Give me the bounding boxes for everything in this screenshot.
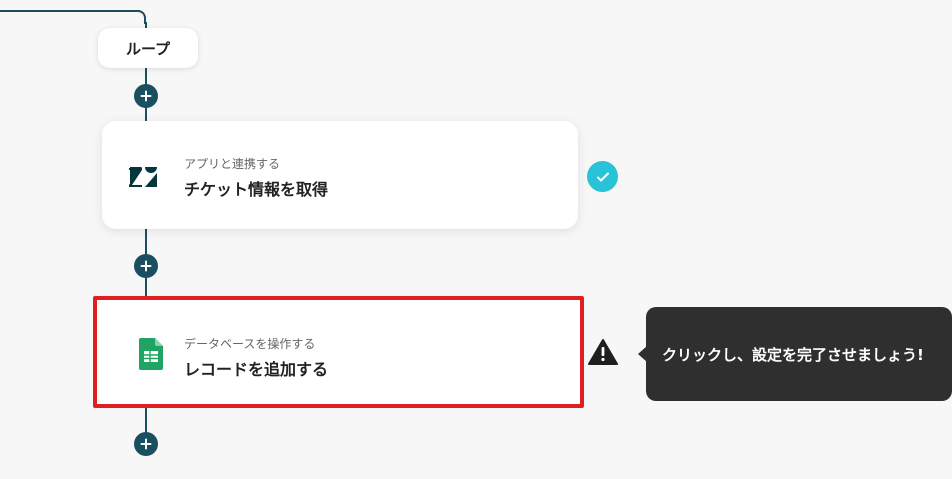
step-title: チケット情報を取得: [184, 180, 329, 199]
google-sheets-icon: [135, 338, 167, 370]
setup-tooltip: クリックし、設定を完了させましょう!: [646, 307, 952, 401]
warning-icon: [587, 338, 619, 366]
zendesk-logo-icon: [128, 161, 160, 193]
connector-line: [0, 10, 140, 12]
check-icon: [587, 161, 618, 192]
add-step-button[interactable]: [134, 432, 158, 456]
plus-icon: [140, 90, 152, 102]
add-step-button[interactable]: [134, 84, 158, 108]
loop-node[interactable]: ループ: [98, 28, 198, 68]
plus-icon: [140, 260, 152, 272]
step-subtitle: データベースを操作する: [184, 337, 316, 351]
step-title: レコードを追加する: [184, 360, 329, 379]
step-subtitle: アプリと連携する: [184, 157, 281, 171]
step-card-get-ticket[interactable]: アプリと連携する チケット情報を取得: [102, 121, 578, 229]
loop-label: ループ: [125, 39, 171, 58]
tooltip-text: クリックし、設定を完了させましょう!: [662, 345, 924, 364]
flow-canvas: ループ アプリと連携する チケット情報を取得 データベースを操作する レコードを…: [0, 0, 952, 479]
step-card-add-record[interactable]: データベースを操作する レコードを追加する: [93, 296, 584, 408]
plus-icon: [140, 438, 152, 450]
add-step-button[interactable]: [134, 254, 158, 278]
